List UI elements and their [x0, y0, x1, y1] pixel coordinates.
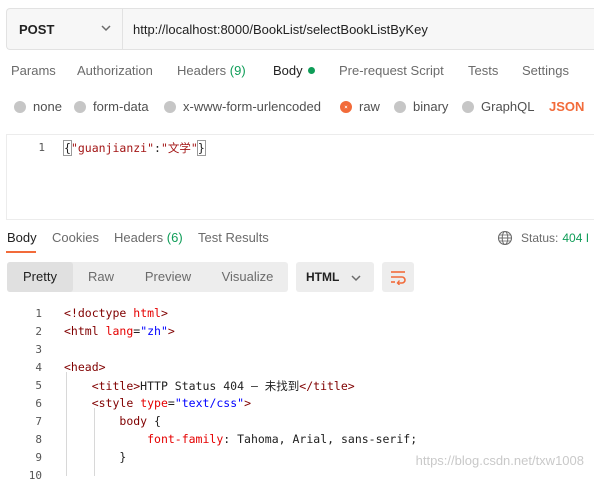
radio-label: none: [33, 99, 62, 114]
response-code-line: font-family: Tahoma, Arial, sans-serif;: [147, 432, 418, 446]
tab-headers[interactable]: Headers (9): [177, 63, 246, 78]
response-code-line: <html lang="zh">: [64, 324, 175, 338]
json-key: "guanjianzi": [70, 141, 155, 155]
request-tabs: Params Authorization Headers (9) Body Pr…: [11, 63, 594, 81]
radio-circle: [74, 100, 86, 113]
line-number: 4: [35, 361, 42, 374]
radio-graphql[interactable]: GraphQL: [462, 99, 534, 114]
chevron-down-icon: [101, 25, 111, 32]
tab-label: Test Results: [198, 230, 269, 245]
brace-close: }: [196, 140, 206, 156]
json-colon: :: [154, 141, 161, 155]
response-code-line: <style type="text/css">: [91, 396, 252, 410]
radio-form-data[interactable]: form-data: [74, 99, 149, 114]
response-headers-count: (6): [166, 230, 183, 245]
radio-label: form-data: [93, 99, 149, 114]
view-mode-segment: Pretty Raw Preview Visualize: [7, 262, 288, 292]
url-input[interactable]: http://localhost:8000/BookList/selectBoo…: [123, 9, 594, 49]
tab-authorization[interactable]: Authorization: [77, 63, 153, 78]
line-number: 1: [38, 141, 45, 154]
tab-body[interactable]: Body: [273, 63, 315, 78]
chevron-down-icon: [351, 275, 361, 282]
response-tab-body[interactable]: Body: [7, 230, 37, 245]
tab-tests[interactable]: Tests: [468, 63, 498, 78]
brace-open: {: [63, 140, 72, 156]
tab-settings[interactable]: Settings: [522, 63, 569, 78]
radio-binary[interactable]: binary: [394, 99, 448, 114]
status-code: 404 I: [562, 231, 590, 245]
radio-circle: [14, 100, 26, 113]
line-number: 6: [35, 397, 42, 410]
wrap-lines-button[interactable]: [382, 262, 414, 292]
body-type-options: none form-data x-www-form-urlencoded raw…: [14, 99, 594, 117]
tab-label: Pre-request Script: [339, 63, 444, 78]
line-number: 2: [35, 325, 42, 338]
radio-x-www-form-urlencoded[interactable]: x-www-form-urlencoded: [164, 99, 321, 114]
radio-circle: [394, 100, 406, 113]
body-format-select[interactable]: JSON: [549, 99, 584, 114]
tab-label: Tests: [468, 63, 499, 78]
headers-count: (9): [229, 63, 246, 78]
tab-pre-request-script[interactable]: Pre-request Script: [339, 63, 444, 78]
radio-circle: [164, 100, 176, 113]
method-label: POST: [19, 21, 55, 37]
radio-label: x-www-form-urlencoded: [183, 99, 321, 114]
tab-label: Body: [273, 63, 303, 78]
radio-none[interactable]: none: [14, 99, 62, 114]
view-visualize-button[interactable]: Visualize: [207, 262, 288, 292]
active-tab-underline: [6, 251, 36, 253]
radio-circle: [462, 100, 474, 113]
status-label: Status:: [521, 231, 559, 245]
language-label: HTML: [306, 270, 340, 284]
tab-label: Settings: [522, 63, 569, 78]
response-code-line: <title>HTTP Status 404 – 未找到</title>: [91, 379, 355, 393]
body-indicator-dot: [307, 67, 315, 74]
view-pretty-button[interactable]: Pretty: [7, 262, 73, 292]
response-code-line: }: [64, 450, 127, 464]
request-url-bar: POST http://localhost:8000/BookList/sele…: [6, 8, 594, 50]
tab-label: Body: [7, 230, 37, 245]
line-number: 8: [35, 433, 42, 446]
line-number: 3: [35, 343, 42, 356]
radio-raw[interactable]: raw: [340, 99, 380, 114]
request-body-editor[interactable]: 1 {"guanjianzi":"文学"}: [6, 134, 594, 220]
line-number: 7: [35, 415, 42, 428]
line-number: 1: [35, 307, 42, 320]
globe-icon[interactable]: [497, 230, 513, 246]
tab-label: Authorization: [77, 63, 153, 78]
response-tab-test-results[interactable]: Test Results: [198, 230, 269, 245]
method-select[interactable]: POST: [7, 9, 123, 49]
request-body-line: {"guanjianzi":"文学"}: [63, 140, 206, 156]
radio-label: GraphQL: [481, 99, 535, 114]
response-body-viewer[interactable]: 1 <!doctype html> 2 <html lang="zh"> 3 4 <head…: [0, 300, 594, 482]
response-tab-headers[interactable]: Headers (6): [114, 230, 183, 245]
view-raw-button[interactable]: Raw: [73, 262, 129, 292]
view-preview-button[interactable]: Preview: [129, 262, 207, 292]
radio-circle-selected: [340, 100, 352, 113]
tab-label: Headers: [114, 230, 164, 245]
response-code-line: <head>: [64, 360, 106, 374]
tab-label: Params: [11, 63, 56, 78]
tab-label: Cookies: [52, 230, 99, 245]
line-number: 9: [35, 451, 42, 464]
tab-label: Headers: [177, 63, 227, 78]
radio-label: binary: [413, 99, 449, 114]
response-code-line: body {: [119, 414, 161, 428]
wrap-lines-icon: [391, 271, 406, 285]
response-status: Status: 404 I: [497, 230, 589, 246]
tab-params[interactable]: Params: [11, 63, 56, 78]
response-tab-cookies[interactable]: Cookies: [52, 230, 99, 245]
watermark: https://blog.csdn.net/txw1008: [415, 453, 584, 468]
line-number: 5: [35, 379, 42, 392]
json-value: "文学": [160, 141, 198, 155]
radio-label: raw: [359, 99, 380, 114]
response-code-line: <!doctype html>: [64, 306, 168, 320]
response-language-select[interactable]: HTML: [296, 262, 374, 292]
